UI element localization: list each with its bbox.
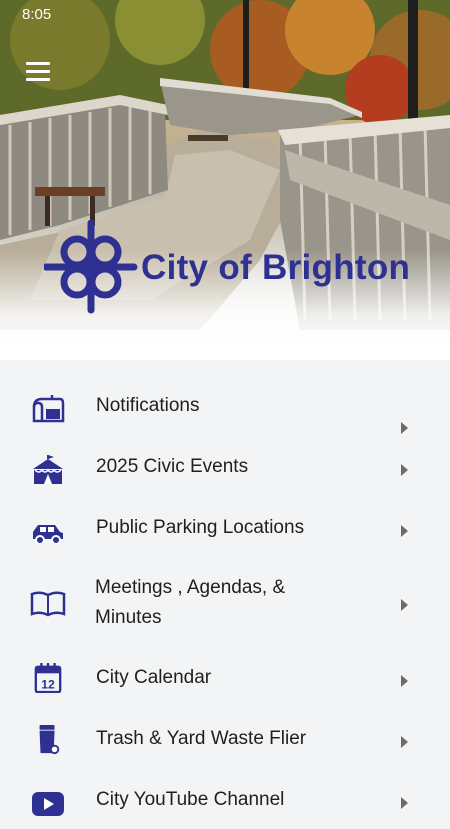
chevron-right-icon xyxy=(401,797,408,809)
book-icon xyxy=(30,591,66,617)
menu-item-label-line-2: Minutes xyxy=(95,607,162,628)
city-logo: City of Brighton xyxy=(44,220,424,320)
menu-item-youtube[interactable]: City YouTube Channel xyxy=(0,771,450,829)
menu-list: Notifications 2025 Civic Events Public P… xyxy=(0,360,450,816)
brighton-logo-icon xyxy=(44,220,138,314)
menu-item-label: Trash & Yard Waste Flier xyxy=(96,728,307,749)
menu-item-notifications[interactable]: Notifications xyxy=(0,380,450,438)
menu-item-label: 2025 Civic Events xyxy=(96,456,249,477)
youtube-icon xyxy=(32,792,64,816)
status-bar: 8:05 xyxy=(0,0,450,30)
status-time: 8:05 xyxy=(22,6,52,23)
trash-can-icon xyxy=(39,725,60,755)
calendar-icon: 12 xyxy=(34,663,62,693)
calendar-icon-text: 12 xyxy=(41,677,55,691)
chevron-right-icon xyxy=(401,525,408,537)
circus-tent-icon xyxy=(33,455,63,484)
menu-item-label: City Calendar xyxy=(96,667,212,688)
chevron-right-icon xyxy=(401,675,408,687)
chevron-right-icon xyxy=(401,736,408,748)
menu-item-label: Public Parking Locations xyxy=(96,517,305,538)
menu-item-city-calendar[interactable]: 12 City Calendar xyxy=(0,649,450,707)
menu-item-label-line-1: Meetings , Agendas, & xyxy=(95,577,286,598)
menu-item-public-parking[interactable]: Public Parking Locations xyxy=(0,502,450,560)
menu-item-label: Notifications xyxy=(96,395,200,416)
car-icon xyxy=(33,525,63,545)
chevron-right-icon xyxy=(401,422,408,434)
menu-item-meetings[interactable]: Meetings , Agendas, & Minutes xyxy=(0,563,450,635)
menu-item-civic-events[interactable]: 2025 Civic Events xyxy=(0,441,450,499)
hamburger-menu-icon[interactable] xyxy=(24,60,54,84)
chevron-right-icon xyxy=(401,464,408,476)
city-name: City of Brighton xyxy=(141,248,411,287)
menu-item-label: City YouTube Channel xyxy=(96,789,285,810)
chevron-right-icon xyxy=(401,599,408,611)
mailbox-icon xyxy=(32,395,65,423)
menu-item-trash-flier[interactable]: Trash & Yard Waste Flier xyxy=(0,710,450,768)
